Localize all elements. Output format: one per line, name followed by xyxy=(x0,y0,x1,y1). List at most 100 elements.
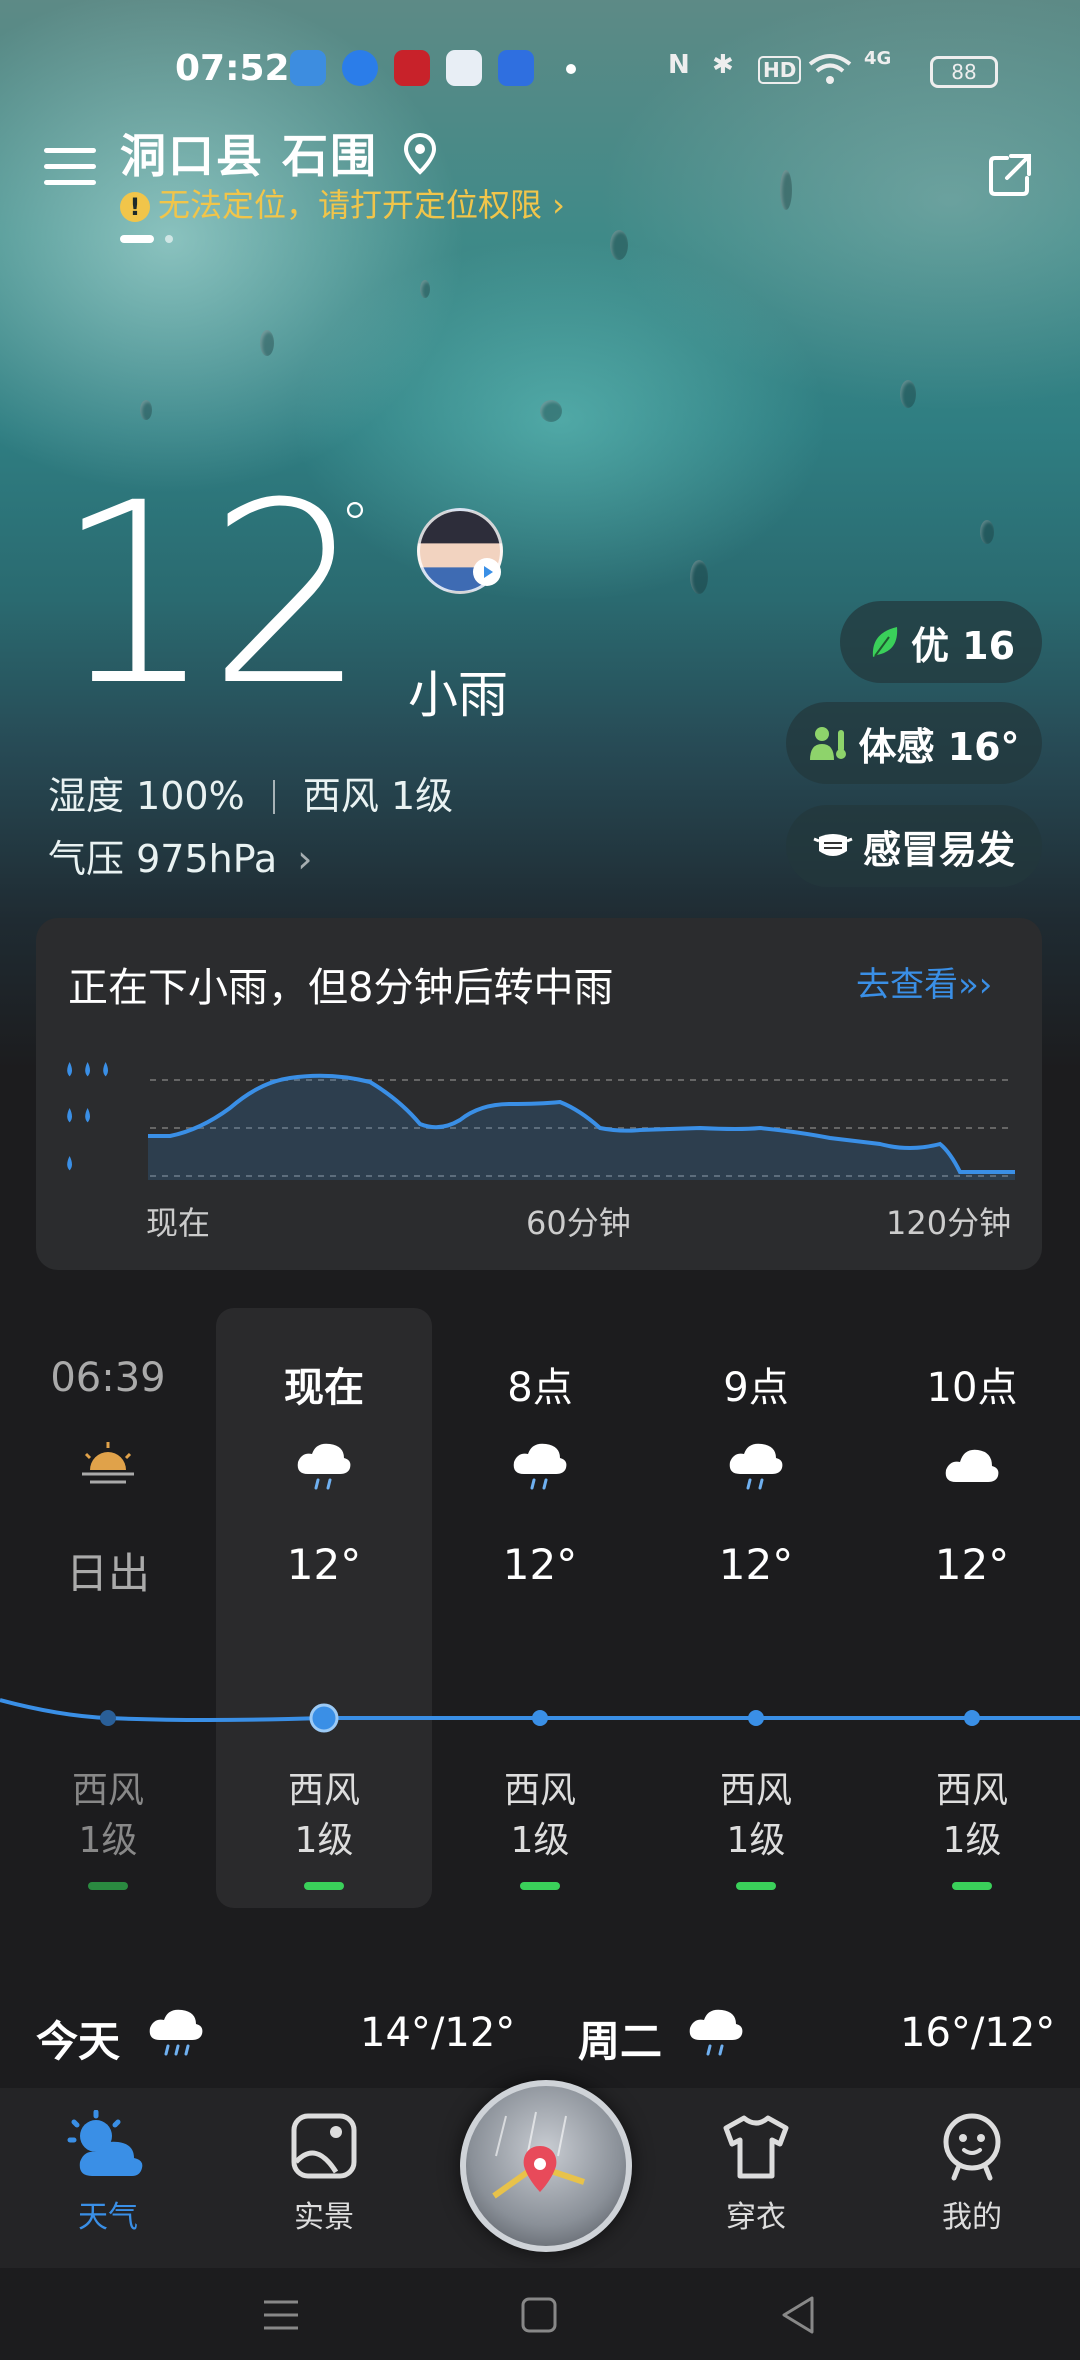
wind-level: 1级 xyxy=(942,1820,1002,1861)
browser-app-icon xyxy=(342,50,378,86)
picture-icon xyxy=(291,2113,357,2179)
aqi-value: 优 16 xyxy=(910,623,1016,668)
share-icon[interactable] xyxy=(985,150,1035,200)
wind-level: 1级 xyxy=(294,1820,354,1861)
current-temperature: 12 xyxy=(55,449,367,740)
wind-direction: 西风 xyxy=(71,1770,144,1811)
menu-icon[interactable] xyxy=(44,148,96,192)
weather-app-icon xyxy=(290,50,326,86)
location-name: 洞口县 石围 xyxy=(120,129,379,183)
chevron-right-icon: › xyxy=(297,837,313,881)
cold-index-chip[interactable]: 感冒易发 xyxy=(786,805,1042,887)
axis-label-120min: 120分钟 xyxy=(886,1204,1012,1242)
pressure-row[interactable]: 气压 975hPa › xyxy=(48,828,313,883)
sunrise-label: 日出 xyxy=(65,1549,150,1598)
raindrop xyxy=(420,280,430,298)
view-details-label: 去查看 xyxy=(856,965,958,1005)
wind-direction: 西风 xyxy=(287,1770,360,1811)
news-app-icon xyxy=(394,50,430,86)
nfc-icon: N xyxy=(668,50,690,80)
day-temp-range: 16°/12° xyxy=(900,2010,1056,2056)
rain-cloud-icon xyxy=(149,2009,203,2056)
view-details-link[interactable]: 去查看»› xyxy=(856,957,992,1006)
location-pin-icon xyxy=(404,132,437,175)
hour-wind: 西风 1级 xyxy=(216,1766,432,1866)
raindrop xyxy=(690,560,708,594)
hour-wind: 西风 1级 xyxy=(432,1766,648,1866)
weather-sun-cloud-icon xyxy=(67,2109,143,2176)
feels-like-chip[interactable]: 体感 16° xyxy=(786,702,1042,784)
cloud-icon xyxy=(945,1449,999,1482)
day-label: 周二 xyxy=(578,2017,663,2066)
axis-label-60min: 60分钟 xyxy=(526,1204,631,1242)
wind-level-bar xyxy=(304,1882,344,1890)
rain-cloud-icon xyxy=(513,1443,567,1490)
hour-time: 现在 xyxy=(284,1365,364,1411)
play-icon xyxy=(473,558,501,586)
rain-cloud-icon xyxy=(689,2009,743,2056)
hd-icon: HD xyxy=(758,56,802,84)
humidity-wind-row[interactable]: 湿度 100% 西风 1级 xyxy=(48,765,453,820)
wind-direction: 西风 xyxy=(503,1770,576,1811)
raindrop xyxy=(140,400,152,420)
raindrop xyxy=(980,520,994,544)
nav-weather[interactable]: 天气 xyxy=(38,2109,178,2236)
wind-level-bar xyxy=(952,1882,992,1890)
compass-app-icon xyxy=(446,50,482,86)
day-temp-range: 14°/12° xyxy=(360,2010,516,2056)
nav-profile-label: 我的 xyxy=(942,2200,1002,2235)
location-warning[interactable]: ! 无法定位，请打开定位权限 › xyxy=(120,180,565,226)
mask-icon xyxy=(813,834,853,856)
cold-index-value: 感冒易发 xyxy=(862,827,1015,872)
recent-apps-icon[interactable] xyxy=(262,2298,300,2332)
nav-weather-label: 天气 xyxy=(78,2200,138,2235)
wind-level-bar xyxy=(520,1882,560,1890)
hour-time: 10点 xyxy=(926,1365,1018,1411)
page-dot xyxy=(165,235,174,243)
more-notifications-dot xyxy=(566,64,576,74)
raindrop xyxy=(540,400,562,422)
wind-level-bar xyxy=(736,1882,776,1890)
profile-face-icon xyxy=(943,2113,1001,2181)
hour-wind: 西风 1级 xyxy=(648,1766,864,1866)
divider xyxy=(272,780,275,814)
humidity-value: 湿度 100% xyxy=(48,774,245,818)
aqi-chip[interactable]: 优 16 xyxy=(840,601,1042,683)
hour-wind: 西风 1级 xyxy=(0,1766,216,1866)
home-icon[interactable] xyxy=(520,2296,558,2334)
precipitation-chart xyxy=(148,1073,1015,1180)
hour-wind: 西风 1级 xyxy=(864,1766,1080,1866)
back-icon[interactable] xyxy=(778,2294,818,2336)
current-condition: 小雨 xyxy=(408,666,508,724)
raindrop xyxy=(260,330,274,356)
battery-icon: 88 xyxy=(930,56,998,88)
hour-temp: 12° xyxy=(502,1540,578,1589)
battery-level: 88 xyxy=(951,60,977,84)
nav-scene-label: 实景 xyxy=(294,2200,354,2235)
location-title[interactable]: 洞口县 石围 xyxy=(120,120,438,186)
rain-forecast-title: 正在下小雨，但8分钟后转中雨 xyxy=(68,965,614,1011)
hour-temp: 12° xyxy=(718,1540,794,1589)
sunrise-icon xyxy=(82,1442,134,1484)
hour-time: 8点 xyxy=(507,1365,573,1411)
nav-scene[interactable]: 实景 xyxy=(254,2110,394,2236)
day-label: 今天 xyxy=(36,2017,121,2066)
hourly-temp-line xyxy=(0,1698,1080,1733)
wind-level: 1级 xyxy=(510,1820,570,1861)
page-dot-active xyxy=(120,235,154,243)
wifi-icon xyxy=(808,54,852,84)
feels-like-value: 体感 16° xyxy=(858,724,1020,769)
map-rain-button[interactable] xyxy=(460,2080,632,2252)
nav-clothing[interactable]: 穿衣 xyxy=(686,2110,826,2236)
wind-level: 1级 xyxy=(726,1820,786,1861)
hour-time: 06:39 xyxy=(50,1355,166,1401)
nav-profile[interactable]: 我的 xyxy=(902,2110,1042,2236)
raindrop xyxy=(900,380,916,408)
hour-time: 9点 xyxy=(723,1365,789,1411)
wind-direction: 西风 xyxy=(719,1770,792,1811)
degree-symbol: ° xyxy=(340,490,370,560)
wind-level: 1级 xyxy=(78,1820,138,1861)
location-warning-text: 无法定位，请打开定位权限 › xyxy=(158,186,565,224)
raindrop xyxy=(610,230,628,260)
bluetooth-icon: ✱ xyxy=(712,50,734,80)
